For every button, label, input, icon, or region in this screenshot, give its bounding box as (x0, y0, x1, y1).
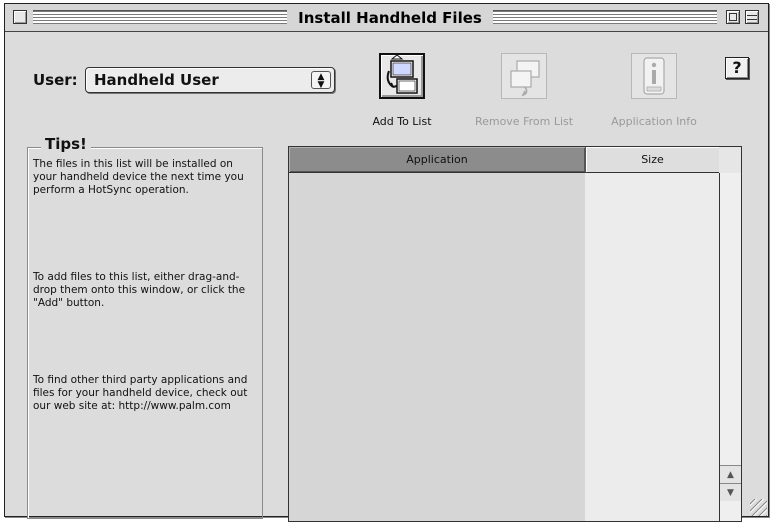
application-column-area[interactable] (289, 173, 585, 521)
add-to-list-button[interactable]: Add To List (342, 53, 462, 133)
close-box[interactable] (13, 10, 27, 24)
user-label: User: (33, 71, 78, 89)
add-to-list-label: Add To List (372, 115, 432, 128)
application-info-label: Application Info (611, 115, 697, 128)
popup-arrows-icon: ▲ ▼ (311, 71, 331, 90)
title-bar[interactable]: Install Handheld Files (5, 4, 768, 32)
column-header-size[interactable]: Size (585, 147, 719, 173)
help-button[interactable]: ? (725, 57, 749, 79)
scroll-down-arrow-icon[interactable]: ▼ (720, 483, 741, 501)
tips-group (27, 147, 263, 519)
tips-paragraph-2: To add files to this list, either drag-a… (33, 271, 246, 309)
tips-title: Tips! (41, 135, 91, 153)
tips-paragraph-1: The files in this list will be installed… (33, 158, 244, 196)
window-title: Install Handheld Files (287, 8, 493, 28)
file-list[interactable]: Application Size ▲ ▼ (288, 146, 742, 522)
tips-paragraph-3: To find other third party applications a… (33, 374, 248, 412)
application-info-button[interactable]: Application Info (594, 53, 714, 133)
vertical-scrollbar[interactable]: ▲ ▼ (719, 173, 741, 521)
title-stripes-right (493, 10, 717, 24)
add-to-list-icon (379, 53, 425, 99)
size-column-area[interactable] (585, 173, 719, 521)
column-header-application[interactable]: Application (289, 147, 585, 173)
application-info-icon (631, 53, 677, 99)
user-popup-value: Handheld User (94, 71, 219, 89)
scroll-up-arrow-icon[interactable]: ▲ (720, 465, 741, 483)
window-content: User: Handheld User ▲ ▼ Add To List Remo… (5, 33, 768, 522)
remove-from-list-label: Remove From List (474, 115, 574, 128)
install-window: Install Handheld Files User: Handheld Us… (4, 3, 769, 522)
resize-grip-icon[interactable] (750, 499, 767, 516)
zoom-box[interactable] (726, 10, 740, 24)
remove-from-list-icon (501, 53, 547, 99)
remove-from-list-button[interactable]: Remove From List (464, 53, 584, 133)
collapse-box[interactable] (745, 10, 759, 24)
title-stripes-left (33, 10, 287, 24)
user-popup[interactable]: Handheld User ▲ ▼ (85, 67, 335, 93)
